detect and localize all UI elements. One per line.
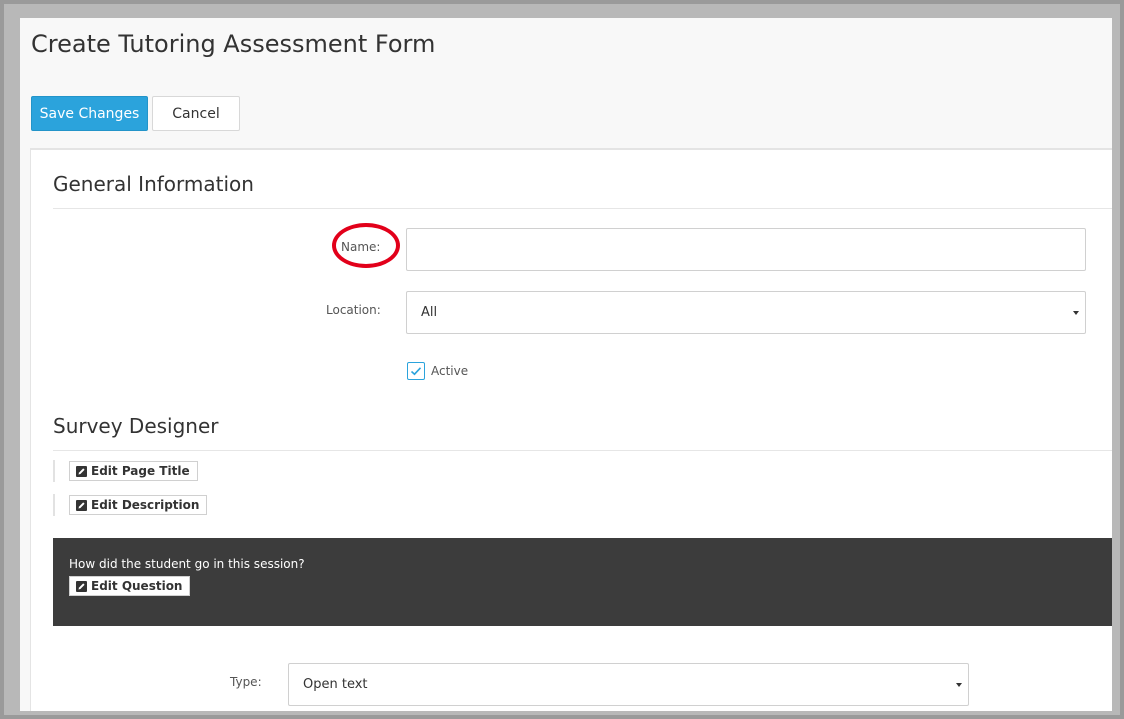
check-icon xyxy=(410,367,422,376)
screenshot-frame-inner: Create Tutoring Assessment Form Save Cha… xyxy=(4,4,1120,715)
screenshot-frame: Create Tutoring Assessment Form Save Cha… xyxy=(0,0,1124,719)
question-type-selected-value: Open text xyxy=(303,677,368,692)
question-text: How did the student go in this session? xyxy=(69,557,305,571)
type-label: Type: xyxy=(230,675,262,689)
page-title-indent-rule xyxy=(53,460,55,482)
save-changes-button[interactable]: Save Changes xyxy=(31,96,148,131)
location-label: Location: xyxy=(326,303,381,317)
survey-designer-heading: Survey Designer xyxy=(53,414,219,438)
caret-down-icon xyxy=(1073,310,1079,315)
app-viewport: Create Tutoring Assessment Form Save Cha… xyxy=(20,18,1112,711)
general-information-heading: General Information xyxy=(53,172,254,196)
cancel-button[interactable]: Cancel xyxy=(152,96,240,131)
edit-description-button[interactable]: Edit Description xyxy=(69,495,208,515)
location-selected-value: All xyxy=(421,305,438,320)
pencil-icon xyxy=(76,499,87,511)
name-input[interactable] xyxy=(406,228,1086,271)
active-label[interactable]: Active xyxy=(431,364,468,378)
edit-question-label: Edit Question xyxy=(91,579,183,593)
survey-designer-divider xyxy=(53,450,1112,451)
name-label: Name: xyxy=(341,240,381,254)
active-checkbox[interactable] xyxy=(407,362,425,380)
description-indent-rule xyxy=(53,494,55,516)
edit-page-title-label: Edit Page Title xyxy=(91,464,190,478)
general-information-divider xyxy=(53,208,1112,209)
caret-down-icon xyxy=(956,682,962,687)
edit-page-title-button[interactable]: Edit Page Title xyxy=(69,461,198,481)
question-block: How did the student go in this session? … xyxy=(53,538,1112,626)
form-panel: General Information Name: Location: All … xyxy=(30,148,1112,711)
edit-question-button[interactable]: Edit Question xyxy=(69,576,191,596)
edit-description-label: Edit Description xyxy=(91,498,200,512)
question-type-select[interactable]: Open text xyxy=(288,663,969,706)
location-select[interactable]: All xyxy=(406,291,1086,334)
page-title: Create Tutoring Assessment Form xyxy=(31,30,436,58)
pencil-icon xyxy=(76,580,87,592)
pencil-icon xyxy=(76,465,87,477)
